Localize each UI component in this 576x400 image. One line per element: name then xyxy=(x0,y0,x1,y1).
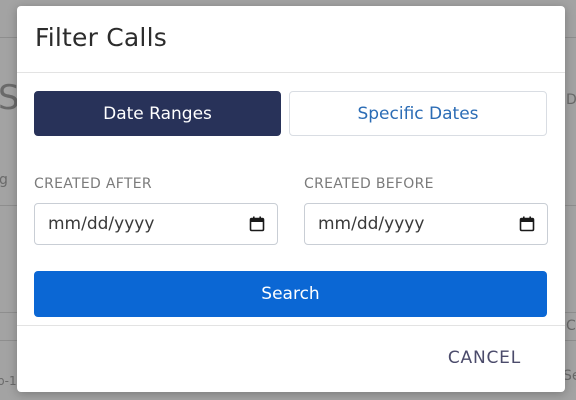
background-text: b-1 xyxy=(0,374,17,388)
calendar-icon[interactable] xyxy=(249,216,265,232)
created-before-placeholder: mm/dd/yyyy xyxy=(318,214,425,234)
background-text: g xyxy=(0,172,8,188)
dialog-title: Filter Calls xyxy=(35,23,167,52)
created-before-label: CREATED BEFORE xyxy=(304,176,434,192)
tab-date-ranges[interactable]: Date Ranges xyxy=(34,91,281,136)
created-after-placeholder: mm/dd/yyyy xyxy=(48,214,155,234)
background-text: C xyxy=(566,318,576,334)
created-after-label: CREATED AFTER xyxy=(34,176,152,192)
created-after-input[interactable]: mm/dd/yyyy xyxy=(34,203,278,245)
cancel-button[interactable]: CANCEL xyxy=(448,348,521,368)
calendar-icon[interactable] xyxy=(519,216,535,232)
search-button[interactable]: Search xyxy=(34,271,547,317)
tab-specific-dates[interactable]: Specific Dates xyxy=(289,91,547,136)
background-text: D xyxy=(566,92,576,108)
dialog-header: Filter Calls xyxy=(17,6,565,73)
created-before-input[interactable]: mm/dd/yyyy xyxy=(304,203,548,245)
dialog-footer: CANCEL xyxy=(17,326,565,392)
filter-calls-dialog: Filter Calls Date Ranges Specific Dates … xyxy=(17,6,565,392)
dialog-body: Date Ranges Specific Dates CREATED AFTER… xyxy=(17,73,565,326)
